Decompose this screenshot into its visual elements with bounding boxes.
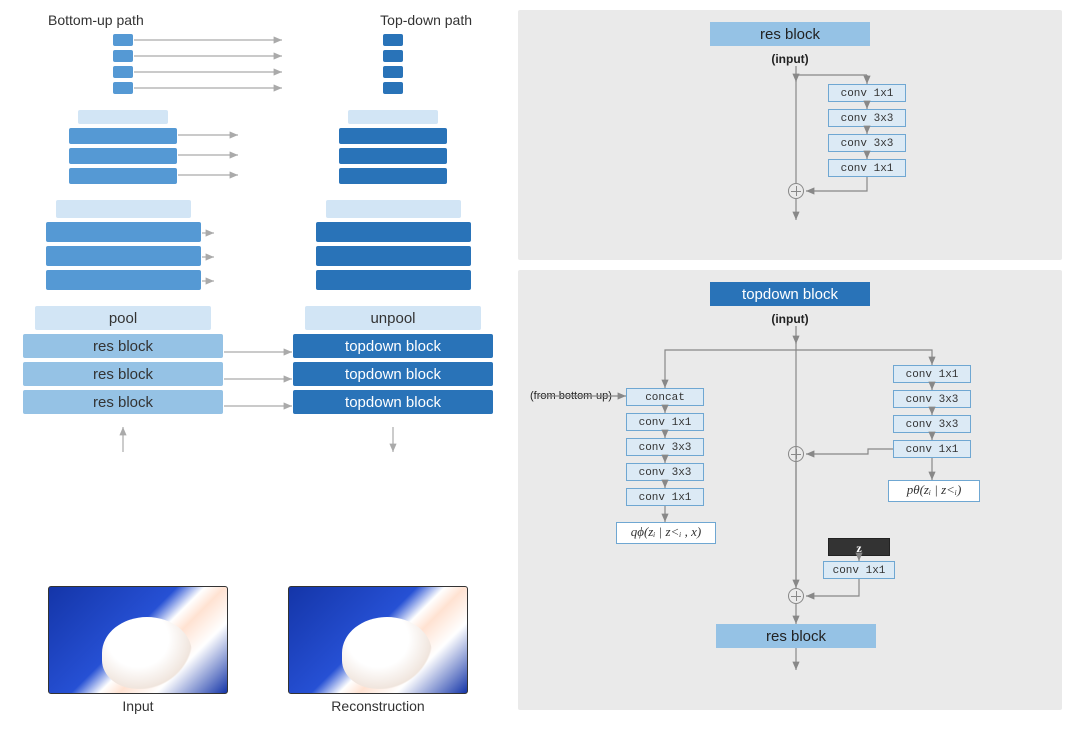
- q-distribution: qϕ(zᵢ | z<ᵢ , x): [616, 522, 716, 544]
- unpool-layer: unpool: [305, 306, 481, 330]
- td-left-op: concat: [626, 388, 704, 406]
- res-block-title: res block: [710, 22, 870, 46]
- res-block-panel: res block (input) conv 1x1 conv 3x3 conv…: [518, 10, 1062, 260]
- topdown-block-title: topdown block: [710, 282, 870, 306]
- td-right-op: conv 1x1: [893, 440, 971, 458]
- top-down-column: unpool topdown block topdown block topdo…: [288, 32, 498, 416]
- td-left-op: conv 1x1: [626, 413, 704, 431]
- td-left-op: conv 1x1: [626, 488, 704, 506]
- resblock-op: conv 3x3: [828, 134, 906, 152]
- header-bottom-up: Bottom-up path: [48, 12, 144, 28]
- res-block-layer: res block: [23, 334, 223, 358]
- resblock-op: conv 3x3: [828, 109, 906, 127]
- res-block-layer: res block: [23, 362, 223, 386]
- td-right-op: conv 1x1: [893, 365, 971, 383]
- res-block-input-label: (input): [518, 52, 1062, 66]
- td-resblock: res block: [716, 624, 876, 648]
- topdown-block-layer: topdown block: [293, 334, 493, 358]
- td-left-op: conv 3x3: [626, 438, 704, 456]
- caption-reconstruction: Reconstruction: [288, 698, 468, 714]
- td-right-op: conv 3x3: [893, 390, 971, 408]
- add-icon: [788, 183, 804, 199]
- td-right-op: conv 3x3: [893, 415, 971, 433]
- res-block-layer: res block: [23, 390, 223, 414]
- topdown-block-panel: topdown block (input) (from bottom-up) c…: [518, 270, 1062, 710]
- td-input-label: (input): [518, 312, 1062, 326]
- caption-input: Input: [48, 698, 228, 714]
- resblock-op: conv 1x1: [828, 159, 906, 177]
- add-icon: [788, 446, 804, 462]
- add-icon: [788, 588, 804, 604]
- architecture-diagram: Bottom-up path Top-down path: [18, 10, 498, 721]
- z-conv: conv 1x1: [823, 561, 895, 579]
- bottom-up-column: pool res block res block res block: [18, 32, 228, 416]
- pool-layer: pool: [35, 306, 211, 330]
- reconstruction-image: [288, 586, 468, 694]
- topdown-block-layer: topdown block: [293, 390, 493, 414]
- input-image: [48, 586, 228, 694]
- topdown-block-layer: topdown block: [293, 362, 493, 386]
- resblock-op: conv 1x1: [828, 84, 906, 102]
- from-bottom-up-label: (from bottom-up): [530, 390, 612, 402]
- td-left-op: conv 3x3: [626, 463, 704, 481]
- p-distribution: pθ(zᵢ | z<ᵢ): [888, 480, 980, 502]
- header-top-down: Top-down path: [380, 12, 472, 28]
- z-sample: z: [828, 538, 890, 556]
